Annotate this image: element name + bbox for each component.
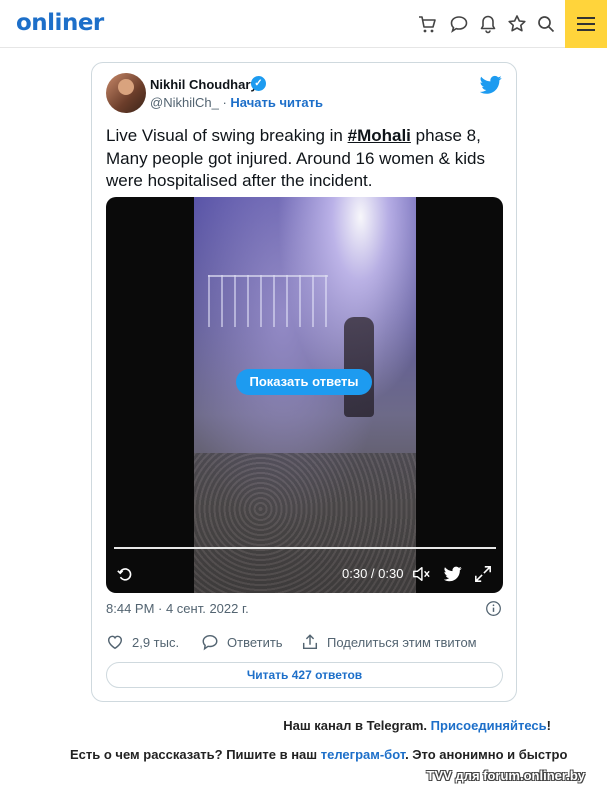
separator: · [222,95,227,110]
telegram-promo-text: Наш канал в Telegram. [283,718,431,733]
tweet-text-part: Live Visual of swing breaking in [106,126,348,145]
share-label: Поделиться этим твитом [327,634,477,650]
info-icon[interactable] [485,600,502,617]
bot-promo-text: Есть о чем рассказать? Пишите в наш [70,747,321,762]
read-replies-button[interactable]: Читать 427 ответов [106,662,503,688]
heart-icon [107,635,123,650]
chat-icon[interactable] [449,14,469,34]
site-header: onliner [0,0,607,48]
like-action[interactable]: 2,9 тыс. [106,633,179,651]
video-progress-bar[interactable] [114,547,496,549]
fullscreen-icon[interactable] [474,565,492,583]
cart-icon[interactable] [417,14,437,34]
likes-count: 2,9 тыс. [132,634,180,650]
verified-badge-icon: ✓ [251,76,266,91]
site-logo[interactable]: onliner [16,10,104,36]
tweet-text: Live Visual of swing breaking in #Mohali… [106,125,506,193]
replay-icon[interactable] [116,565,134,583]
avatar[interactable] [106,73,146,113]
show-replies-button[interactable]: Показать ответы [236,369,372,395]
twitter-bird-icon[interactable] [480,75,502,95]
reply-label: Ответить [227,634,283,650]
telegram-join-link[interactable]: Присоединяйтесь [431,718,547,733]
bot-promo-suffix: . Это анонимно и быстро [405,747,568,762]
hashtag-link[interactable]: #Mohali [348,126,411,145]
tweet-card: Nikhil Choudhary ✓ @NikhilCh_ · Начать ч… [91,62,517,702]
share-icon [302,634,318,650]
telegram-bot-link[interactable]: телеграм-бот [321,747,405,762]
twitter-bird-icon[interactable] [444,566,462,582]
telegram-promo: Наш канал в Telegram. Присоединяйтесь! [283,718,551,733]
reply-action[interactable]: Ответить [201,633,283,651]
watermark: TVV для forum.onliner.by [426,768,585,783]
tweet-timestamp[interactable]: 8:44 PM · 4 сент. 2022 г. [106,601,249,616]
reply-icon [202,634,218,651]
video-time: 0:30 / 0:30 [342,566,404,581]
bell-icon[interactable] [478,14,498,34]
bot-promo: Есть о чем рассказать? Пишите в наш теле… [70,747,567,762]
video-scene-person [344,317,374,417]
video-player[interactable]: Показать ответы 0:30 / 0:30 [106,197,503,593]
menu-icon [577,17,595,19]
handle-line: @NikhilCh_ · Начать читать [150,95,323,110]
star-icon[interactable] [507,14,527,34]
volume-muted-icon[interactable] [412,565,430,583]
menu-button[interactable] [565,0,607,48]
share-action[interactable]: Поделиться этим твитом [301,633,477,651]
video-frame [194,197,416,593]
video-scene-railing [208,275,328,327]
tweet-actions: 2,9 тыс. Ответить Поделиться этим твитом [106,633,506,653]
author-handle[interactable]: @NikhilCh_ [150,95,219,110]
follow-link[interactable]: Начать читать [230,95,323,110]
telegram-promo-suffix: ! [546,718,551,733]
search-icon[interactable] [536,14,556,34]
author-name[interactable]: Nikhil Choudhary [150,77,258,92]
